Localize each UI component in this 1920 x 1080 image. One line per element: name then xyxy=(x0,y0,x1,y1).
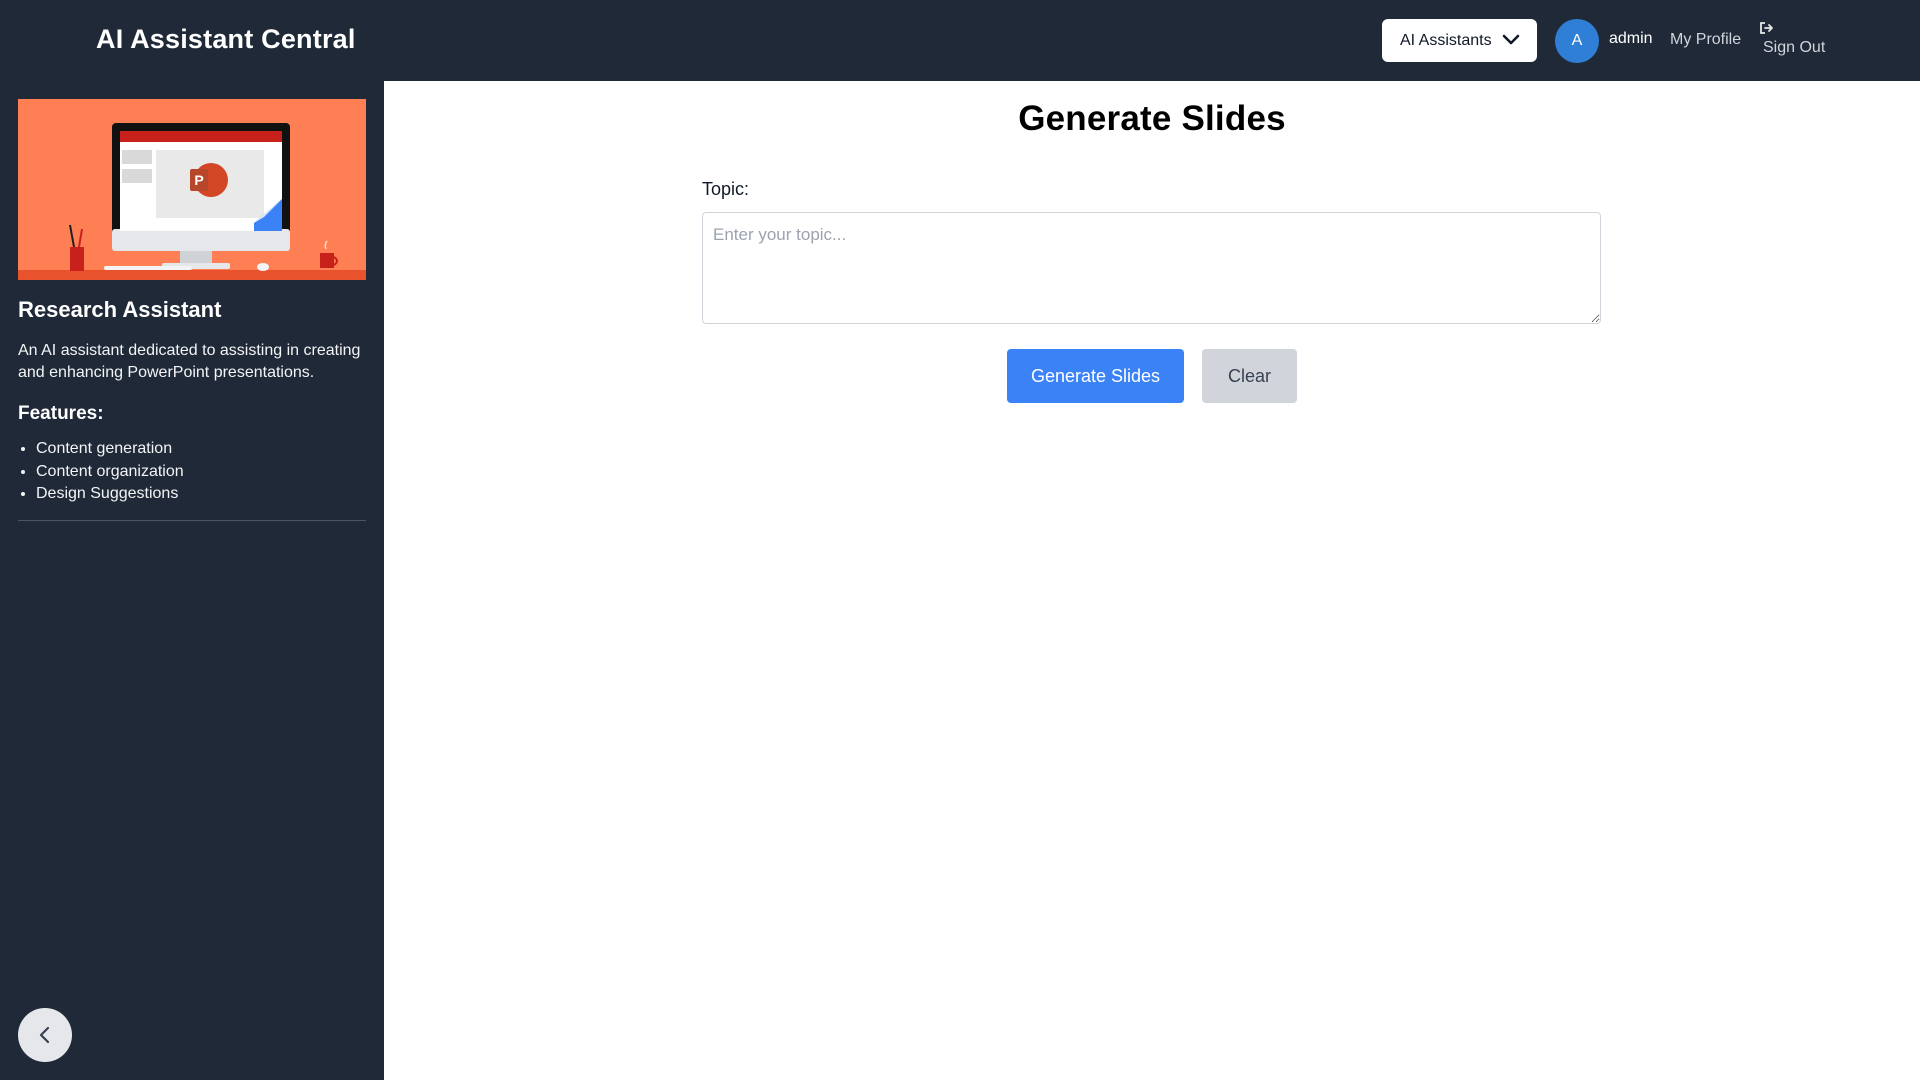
ai-assistants-dropdown[interactable]: AI Assistants xyxy=(1382,19,1537,62)
collapse-sidebar-button[interactable] xyxy=(18,1008,72,1062)
my-profile-link[interactable]: My Profile xyxy=(1670,31,1741,49)
topic-input[interactable] xyxy=(702,212,1601,324)
assistant-description: An AI assistant dedicated to assisting i… xyxy=(18,342,361,381)
assistant-name: Research Assistant xyxy=(18,297,222,322)
chevron-down-icon xyxy=(1502,34,1520,45)
feature-item: Design Suggestions xyxy=(36,483,184,506)
top-header: AI Assistant Central AI Assistants A adm… xyxy=(0,0,1920,81)
sign-out-link[interactable]: Sign Out xyxy=(1763,39,1825,57)
sidebar: P Research Assistant An AI assistant ded… xyxy=(0,81,384,1080)
app-title: AI Assistant Central xyxy=(96,24,356,54)
feature-item: Content generation xyxy=(36,438,184,461)
ai-assistants-dropdown-label: AI Assistants xyxy=(1400,31,1492,49)
username-label[interactable]: admin xyxy=(1609,30,1653,48)
features-heading: Features: xyxy=(18,403,104,424)
powerpoint-illustration: P xyxy=(18,99,366,280)
generate-slides-button[interactable]: Generate Slides xyxy=(1007,349,1184,403)
sidebar-divider xyxy=(18,520,366,521)
user-avatar[interactable]: A xyxy=(1555,19,1599,63)
chevron-left-icon xyxy=(39,1026,50,1044)
main-content: Generate Slides Topic: Generate Slides C… xyxy=(384,81,1920,1080)
topic-label: Topic: xyxy=(702,179,750,199)
sign-out-icon[interactable] xyxy=(1759,21,1774,35)
feature-item: Content organization xyxy=(36,461,184,484)
svg-text:P: P xyxy=(194,172,203,188)
clear-button[interactable]: Clear xyxy=(1202,349,1297,403)
page-title: Generate Slides xyxy=(1018,99,1286,138)
assistant-hero-image: P xyxy=(18,99,366,280)
features-list: Content generation Content organization … xyxy=(18,438,184,506)
